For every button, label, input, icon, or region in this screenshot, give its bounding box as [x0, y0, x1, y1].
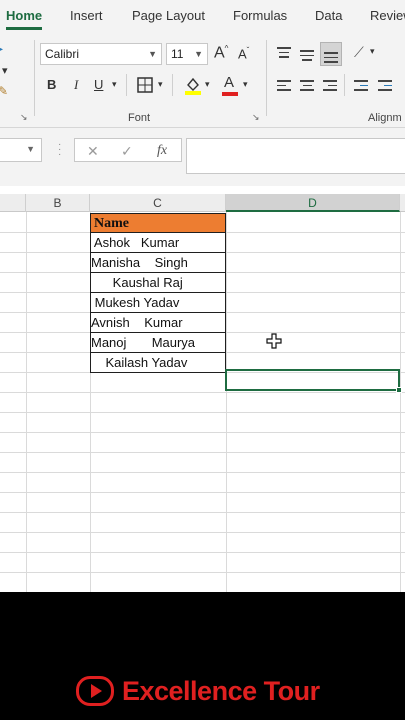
middle-align-icon[interactable] [300, 50, 314, 64]
align-right-icon[interactable] [323, 80, 337, 94]
name-box[interactable]: ▼ [0, 138, 42, 162]
chevron-down-icon: ▼ [148, 49, 157, 59]
grid-row-line [0, 432, 405, 433]
ribbon: ▸ ▾ ✎ ↘ Calibri ▼ 11 ▼ A^ Aˇ B I U ▾ ▾ ▾… [0, 32, 405, 128]
font-size-select[interactable]: 11 ▼ [166, 43, 208, 65]
cell-name[interactable]: Manisha Singh [90, 253, 226, 273]
cell-name[interactable]: Avnish Kumar [90, 313, 226, 333]
enter-icon[interactable]: ✓ [121, 143, 133, 160]
grid-row-line [0, 412, 405, 413]
column-headers: B C D [0, 194, 405, 212]
grid-row-line [0, 532, 405, 533]
font-group-label: Font [128, 112, 151, 124]
active-cell-selection[interactable] [225, 369, 400, 391]
group-separator [172, 74, 173, 96]
font-color-glyph: A [224, 74, 235, 91]
formula-bar: ▼ · · · ✕ ✓ fx [0, 128, 405, 186]
tab-home[interactable]: Home [6, 8, 42, 23]
grid-row-line [0, 392, 405, 393]
font-color-button[interactable]: A [222, 74, 238, 96]
underline-dropdown-icon[interactable]: ▾ [112, 79, 117, 90]
font-name-select[interactable]: Calibri ▼ [40, 43, 162, 65]
tab-data[interactable]: Data [315, 8, 342, 23]
chevron-down-icon: ▼ [26, 144, 35, 154]
orientation-icon[interactable]: ⟋ [354, 44, 364, 61]
cell-select-cursor-icon [266, 333, 282, 349]
active-tab-indicator [6, 27, 42, 30]
tab-review[interactable]: Review [370, 8, 405, 23]
group-separator [266, 40, 267, 116]
decrease-font-size-button[interactable]: Aˇ [238, 46, 249, 61]
font-color-dropdown-icon[interactable]: ▾ [243, 79, 248, 90]
group-separator [34, 40, 35, 116]
grid-row-line [0, 452, 405, 453]
font-color-swatch [222, 92, 238, 96]
cell-name[interactable]: Kaushal Raj [90, 273, 226, 293]
youtube-icon [76, 676, 114, 706]
fill-color-icon[interactable] [184, 75, 202, 95]
font-name-value: Calibri [45, 47, 80, 61]
group-separator [344, 74, 345, 96]
cell-name[interactable]: Manoj Maurya [90, 333, 226, 353]
increase-font-size-button[interactable]: A^ [214, 44, 228, 62]
tab-formulas[interactable]: Formulas [233, 8, 287, 23]
increase-indent-icon[interactable] [378, 80, 392, 94]
font-size-value: 11 [171, 47, 184, 61]
insert-function-button[interactable]: fx [157, 143, 167, 159]
grid-row-line [0, 512, 405, 513]
decrease-indent-icon[interactable] [354, 80, 368, 94]
fill-handle[interactable] [396, 387, 402, 393]
grid-row-line [0, 572, 405, 573]
grid-column-line [400, 212, 401, 592]
cut-icon[interactable]: ▸ [0, 44, 3, 55]
cell-c-header[interactable]: Name [90, 213, 226, 233]
bold-button[interactable]: B [47, 77, 56, 92]
column-header-b[interactable]: B [26, 194, 90, 212]
grid-column-line [226, 212, 227, 592]
video-footer: Excellence Tour [0, 592, 405, 720]
chevron-down-icon: ▼ [194, 49, 203, 59]
clipboard-launcher-icon[interactable]: ↘ [20, 112, 28, 123]
tab-page-layout[interactable]: Page Layout [132, 8, 205, 23]
grid-column-line [26, 212, 27, 592]
column-header-c[interactable]: C [90, 194, 226, 212]
formula-input[interactable] [186, 138, 405, 174]
grid-row-line [0, 472, 405, 473]
borders-dropdown-icon[interactable]: ▾ [158, 79, 163, 90]
cell-name[interactable]: Mukesh Yadav [90, 293, 226, 313]
grid-row-line [0, 492, 405, 493]
worksheet-grid[interactable]: B C D Name Ashok Kumar Manisha Singh Kau… [0, 194, 405, 592]
bottom-align-icon [324, 52, 338, 66]
grid-row-line [0, 552, 405, 553]
italic-button[interactable]: I [74, 77, 78, 93]
column-header-a[interactable] [0, 194, 26, 212]
underline-button[interactable]: U [94, 77, 103, 92]
cell-name[interactable]: Ashok Kumar [90, 233, 226, 253]
column-header-d[interactable]: D [226, 194, 400, 212]
formula-buttons: ✕ ✓ fx [74, 138, 182, 162]
align-left-icon[interactable] [277, 80, 291, 94]
orientation-dropdown-icon[interactable]: ▾ [370, 46, 375, 57]
alignment-group-label: Alignm [368, 112, 402, 124]
format-painter-icon[interactable]: ✎ [0, 84, 8, 98]
align-center-icon[interactable] [300, 80, 314, 94]
borders-icon[interactable] [137, 77, 153, 93]
tab-insert[interactable]: Insert [70, 8, 103, 23]
group-separator [126, 74, 127, 96]
cell-name[interactable]: Kailash Yadav [90, 353, 226, 373]
cancel-icon[interactable]: ✕ [87, 143, 99, 160]
font-launcher-icon[interactable]: ↘ [252, 112, 260, 123]
formula-bar-grip-icon[interactable]: · · · [58, 140, 61, 160]
bottom-align-button[interactable] [320, 42, 342, 66]
ribbon-tabs: Home Insert Page Layout Formulas Data Re… [0, 0, 405, 32]
copy-dropdown-icon[interactable]: ▾ [2, 64, 8, 77]
top-align-icon[interactable] [277, 47, 291, 61]
fill-color-dropdown-icon[interactable]: ▾ [205, 79, 210, 90]
brand-name: Excellence Tour [122, 675, 320, 706]
brand-logo: Excellence Tour [76, 676, 320, 706]
